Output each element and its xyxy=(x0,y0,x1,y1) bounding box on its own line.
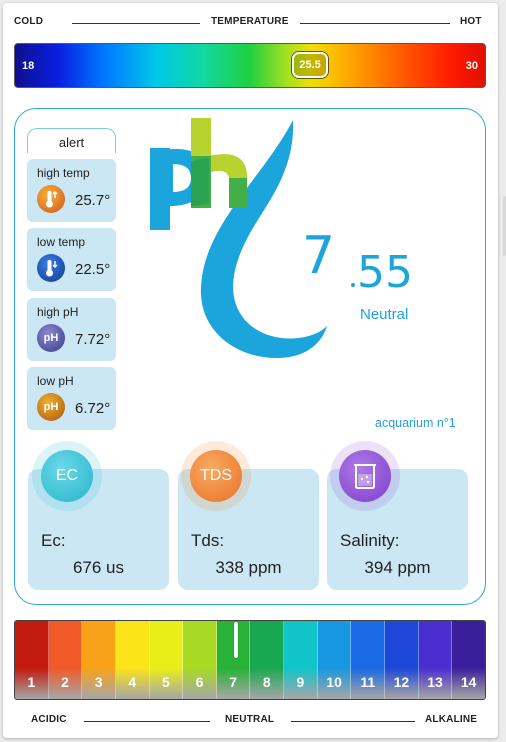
ph-status: Neutral xyxy=(360,306,409,323)
neutral-label: NEUTRAL xyxy=(225,714,275,725)
ph-scale-segment: 10 xyxy=(317,621,352,699)
metric-value: 676 us xyxy=(72,558,125,577)
ph-scale-number: 4 xyxy=(128,674,137,690)
metric-label: Ec: xyxy=(41,531,66,550)
temperature-min: 18 xyxy=(22,60,35,72)
temperature-max: 30 xyxy=(465,60,478,72)
divider-line xyxy=(291,721,415,722)
alert-card-low-temp[interactable]: low temp 22.5° xyxy=(27,228,116,291)
ph-scale-number: 5 xyxy=(161,674,170,690)
ph-scale-number: 13 xyxy=(427,674,443,690)
alert-label: low pH xyxy=(37,374,74,388)
ph-scale-number: 6 xyxy=(195,674,204,690)
ph-scale-number: 14 xyxy=(460,674,477,690)
ph-scale-segment: 2 xyxy=(48,621,83,699)
decimal-point xyxy=(351,283,355,287)
ph-scale-number: 10 xyxy=(326,674,342,690)
alkaline-label: ALKALINE xyxy=(425,714,478,725)
ph-scale-segment: 8 xyxy=(250,621,285,699)
ph-icon: pH xyxy=(37,324,65,352)
ph-scale-segment: 12 xyxy=(385,621,419,699)
ph-scale-segment: 5 xyxy=(149,621,184,699)
ec-badge: EC xyxy=(41,450,93,502)
alert-card-high-ph[interactable]: high pH pH 7.72° xyxy=(27,298,116,361)
ph-scale-number: 8 xyxy=(262,674,271,690)
metric-label: Tds: xyxy=(191,531,225,550)
alert-value: 6.72° xyxy=(75,400,111,417)
ph-scale-segment: 4 xyxy=(115,621,150,699)
alert-value: 7.72° xyxy=(75,331,111,348)
temperature-title: TEMPERATURE xyxy=(211,16,289,27)
temperature-gradient-bar: 18 30 25.5 xyxy=(14,43,486,88)
ph-scale-number: 3 xyxy=(94,674,103,690)
ph-scale-segment: 9 xyxy=(284,621,318,699)
thermometer-down-icon xyxy=(37,254,65,282)
ph-scale-segment: 6 xyxy=(183,621,217,699)
ph-scale-number: 2 xyxy=(61,674,69,690)
ph-value-decimal: 55 xyxy=(357,247,413,298)
metric-label: Salinity: xyxy=(340,531,400,550)
alert-label: high temp xyxy=(37,166,90,180)
acidic-label: ACIDIC xyxy=(31,714,67,725)
metric-value: 338 ppm xyxy=(215,558,282,577)
temperature-header: COLD TEMPERATURE HOT xyxy=(14,14,482,32)
ph-scale-number: 11 xyxy=(360,674,376,690)
ph-scale-number: 9 xyxy=(296,674,305,690)
alert-header: alert xyxy=(27,128,116,153)
beaker-icon xyxy=(339,450,391,502)
ph-scale-segment: 14 xyxy=(452,621,485,699)
thermometer-up-icon xyxy=(37,185,65,213)
tank-name[interactable]: acquarium n°1 xyxy=(375,416,456,430)
ph-scale-bar: 1 2 3 4 5 6 7 8 9 10 11 12 13 14 xyxy=(14,620,486,700)
ph-marker[interactable] xyxy=(234,622,238,658)
temperature-marker[interactable]: 25.5 xyxy=(292,52,328,78)
divider-line xyxy=(72,23,200,24)
ph-scale-number: 7 xyxy=(229,674,238,690)
tds-badge: TDS xyxy=(190,450,242,502)
ph-scale-segment: 11 xyxy=(351,621,386,699)
ph-scale-segment: 13 xyxy=(418,621,453,699)
alert-card-high-temp[interactable]: high temp 25.7° xyxy=(27,159,116,222)
alert-label: low temp xyxy=(37,235,86,249)
ph-value-integer: 7 xyxy=(302,226,336,286)
ph-scale-segment: 3 xyxy=(82,621,116,699)
hot-label: HOT xyxy=(460,16,482,27)
ph-scale-number: 12 xyxy=(393,674,410,690)
alert-card-low-ph[interactable]: low pH pH 6.72° xyxy=(27,367,116,430)
alert-value: 22.5° xyxy=(75,261,111,278)
ph-scale-number: 1 xyxy=(27,674,36,690)
alert-value: 25.7° xyxy=(75,192,111,209)
divider-line xyxy=(84,721,210,722)
ph-scale-segment: 1 xyxy=(15,621,49,699)
cold-label: COLD xyxy=(14,16,44,27)
ph-icon: pH xyxy=(37,393,65,421)
alert-label: high pH xyxy=(37,305,79,319)
divider-line xyxy=(300,23,450,24)
ph-scale-footer: ACIDIC NEUTRAL ALKALINE xyxy=(14,712,486,728)
metric-value: 394 ppm xyxy=(364,558,431,577)
